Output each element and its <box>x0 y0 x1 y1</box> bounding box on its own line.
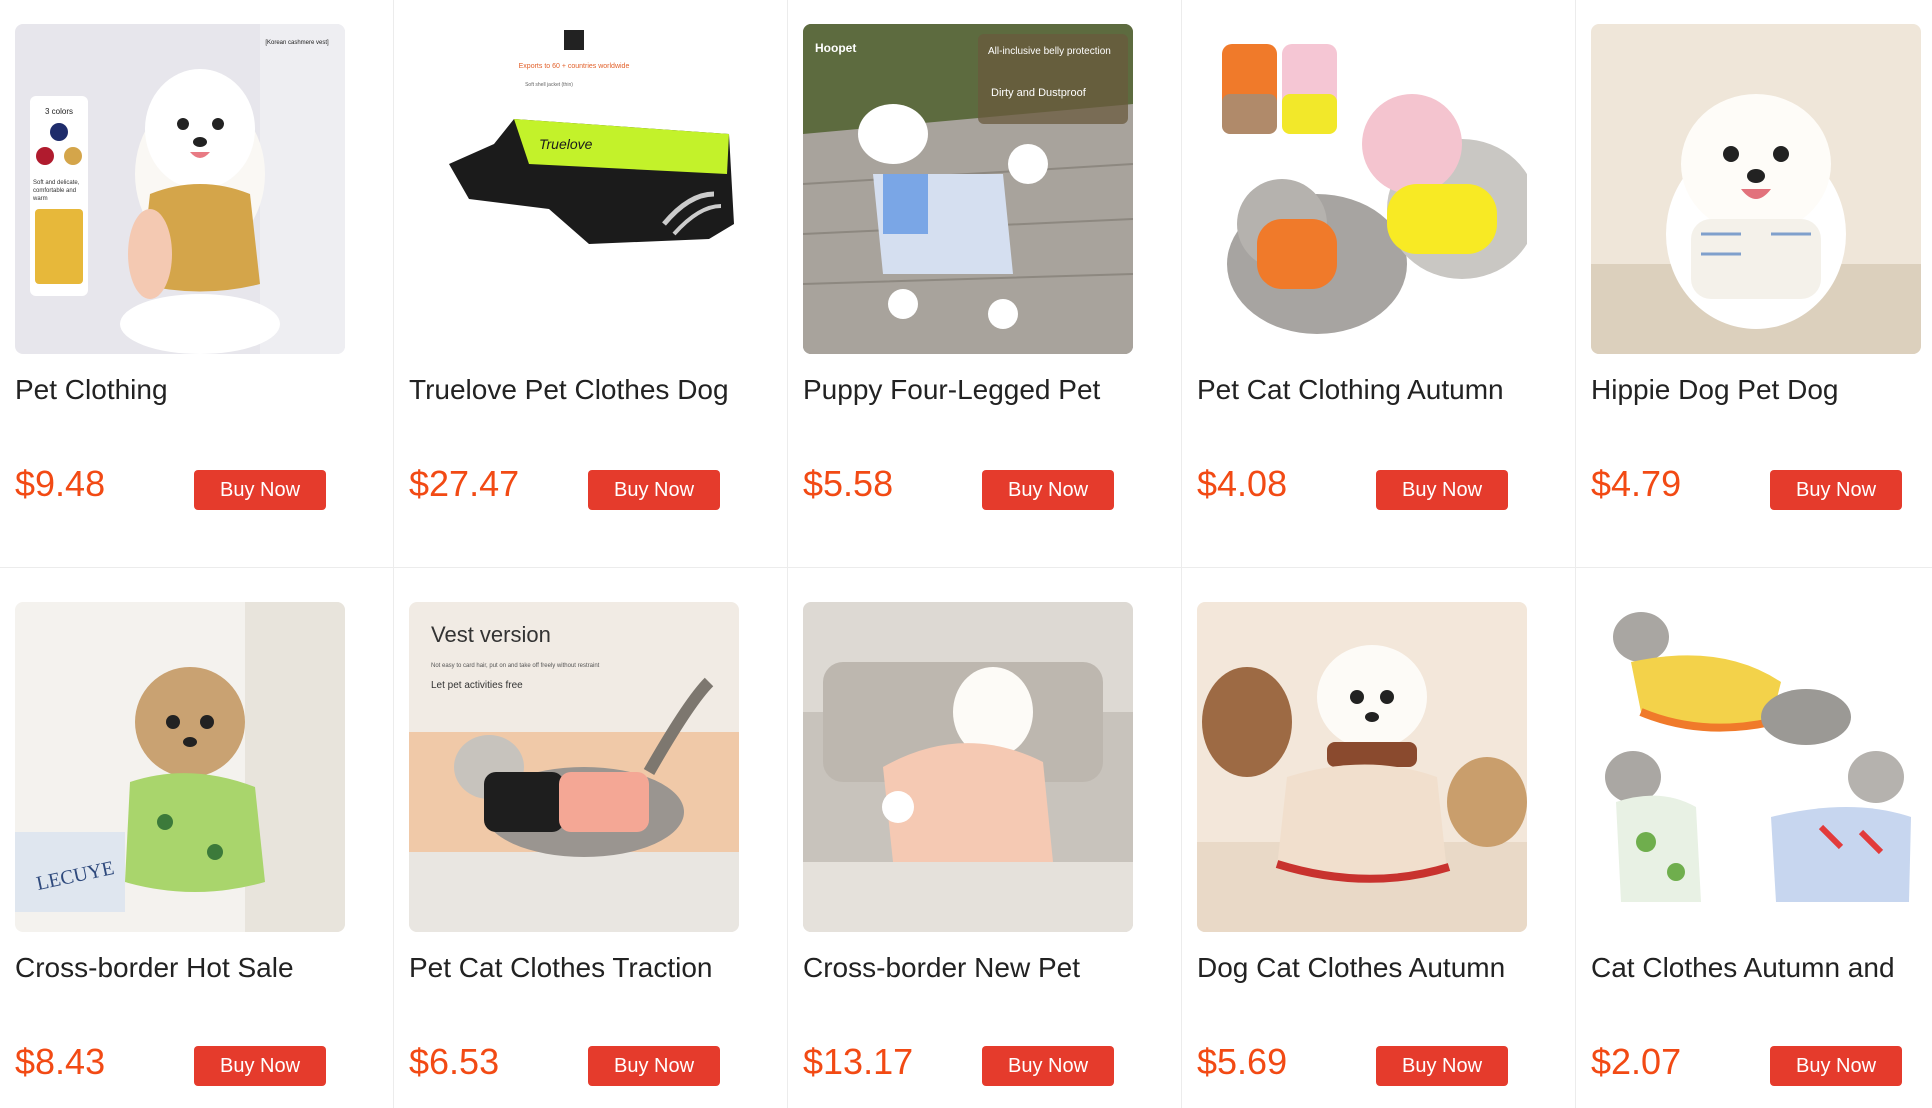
buy-now-button[interactable]: Buy Now <box>1770 1046 1902 1086</box>
product-title[interactable]: Cross-border Hot Sale <box>15 952 385 984</box>
image-caption: [Korean cashmere vest] <box>265 40 329 46</box>
image-caption: Let pet activities free <box>431 680 523 691</box>
product-price: $9.48 <box>15 463 106 504</box>
product-image[interactable]: Exports to 60 + countries worldwide Soft… <box>409 24 739 354</box>
image-caption: 3 colors <box>45 107 73 116</box>
image-caption: Soft and delicate, <box>33 180 80 186</box>
buy-now-button[interactable]: Buy Now <box>1376 470 1508 510</box>
buy-now-button[interactable]: Buy Now <box>982 1046 1114 1086</box>
image-caption: Soft shell jacket (thin) <box>525 82 573 88</box>
product-image[interactable] <box>1591 602 1921 932</box>
product-price: $27.47 <box>409 463 520 504</box>
product-title[interactable]: Cross-border New Pet <box>803 952 1173 984</box>
image-caption: Truelove <box>539 136 593 152</box>
image-caption: Exports to 60 + countries worldwide <box>519 63 630 70</box>
product-price: $5.58 <box>803 463 894 504</box>
product-title[interactable]: Pet Cat Clothes Traction <box>409 952 779 984</box>
buy-now-button[interactable]: Buy Now <box>588 470 720 510</box>
product-price: $2.07 <box>1591 1041 1682 1082</box>
product-title[interactable]: Pet Cat Clothing Autumn <box>1197 374 1567 406</box>
buy-now-button[interactable]: Buy Now <box>1770 470 1902 510</box>
product-price: $13.17 <box>803 1041 914 1082</box>
image-caption: Dirty and Dustproof <box>991 87 1087 99</box>
product-grid: 3 colors Soft and delicate, comfortable … <box>0 0 1932 1108</box>
product-title[interactable]: Cat Clothes Autumn and <box>1591 952 1932 984</box>
product-card[interactable]: Dog Cat Clothes Autumn $5.69 Buy Now <box>1182 568 1576 1108</box>
product-card[interactable]: Hippie Dog Pet Dog $4.79 Buy Now <box>1576 0 1932 568</box>
product-price: $6.53 <box>409 1041 500 1082</box>
product-image[interactable]: Vest version Not easy to card hair, put … <box>409 602 739 932</box>
product-image[interactable] <box>803 602 1133 932</box>
product-price: $5.69 <box>1197 1041 1288 1082</box>
product-image[interactable]: LECUYE <box>15 602 345 932</box>
product-price: $4.79 <box>1591 463 1682 504</box>
product-price: $4.08 <box>1197 463 1288 504</box>
product-card[interactable]: Vest version Not easy to card hair, put … <box>394 568 788 1108</box>
product-card[interactable]: 3 colors Soft and delicate, comfortable … <box>0 0 394 568</box>
svg-text:warm: warm <box>32 196 48 202</box>
product-title[interactable]: Dog Cat Clothes Autumn <box>1197 952 1567 984</box>
product-title[interactable]: Puppy Four-Legged Pet <box>803 374 1173 406</box>
product-title[interactable]: Hippie Dog Pet Dog <box>1591 374 1932 406</box>
product-card[interactable]: Cat Clothes Autumn and $2.07 Buy Now <box>1576 568 1932 1108</box>
product-image[interactable] <box>1591 24 1921 354</box>
buy-now-button[interactable]: Buy Now <box>194 470 326 510</box>
product-image[interactable] <box>1197 602 1527 932</box>
image-caption: Vest version <box>431 622 551 647</box>
buy-now-button[interactable]: Buy Now <box>982 470 1114 510</box>
product-title[interactable]: Pet Clothing <box>15 374 385 406</box>
buy-now-button[interactable]: Buy Now <box>194 1046 326 1086</box>
product-price: $8.43 <box>15 1041 106 1082</box>
product-image[interactable]: All-inclusive belly protection Dirty and… <box>803 24 1133 354</box>
product-image[interactable] <box>1197 24 1527 354</box>
product-card[interactable]: LECUYE Cross-border Hot Sale $8.43 Buy N… <box>0 568 394 1108</box>
product-card[interactable]: Cross-border New Pet $13.17 Buy Now <box>788 568 1182 1108</box>
svg-text:comfortable and: comfortable and <box>33 188 76 194</box>
product-card[interactable]: All-inclusive belly protection Dirty and… <box>788 0 1182 568</box>
buy-now-button[interactable]: Buy Now <box>1376 1046 1508 1086</box>
product-image[interactable]: 3 colors Soft and delicate, comfortable … <box>15 24 345 354</box>
image-caption: Hoopet <box>815 41 856 55</box>
product-card[interactable]: Exports to 60 + countries worldwide Soft… <box>394 0 788 568</box>
buy-now-button[interactable]: Buy Now <box>588 1046 720 1086</box>
image-caption: All-inclusive belly protection <box>988 46 1111 57</box>
product-title[interactable]: Truelove Pet Clothes Dog <box>409 374 779 406</box>
image-caption: Not easy to card hair, put on and take o… <box>431 663 600 669</box>
product-card[interactable]: Pet Cat Clothing Autumn $4.08 Buy Now <box>1182 0 1576 568</box>
